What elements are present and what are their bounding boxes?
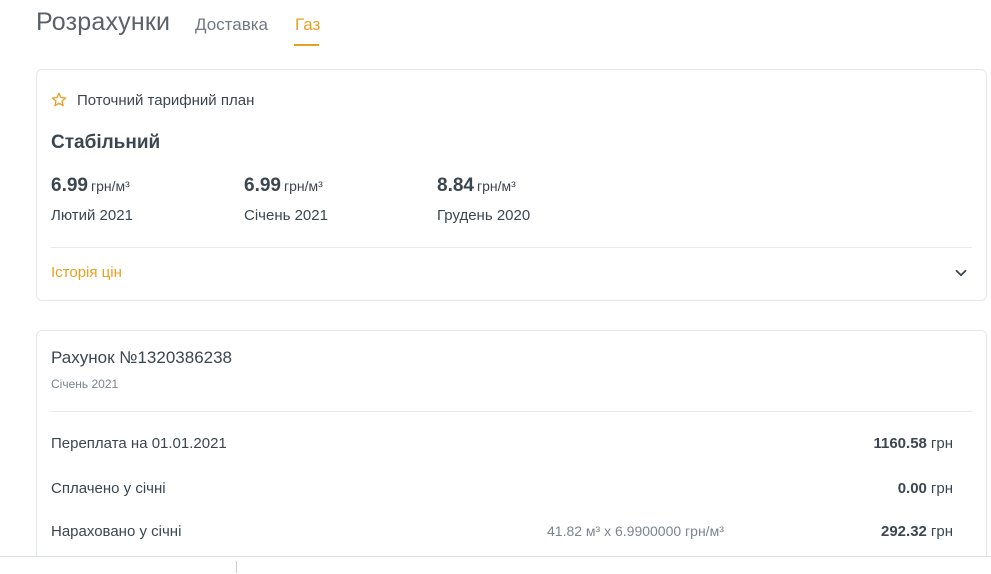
price-value: 8.84 — [437, 175, 474, 196]
tab-delivery[interactable]: Доставка — [195, 15, 268, 35]
price-unit: грн/м³ — [283, 178, 323, 194]
row-amount: 292.32 грн — [881, 523, 953, 540]
price-period: Лютий 2021 — [51, 207, 133, 224]
price-history-link[interactable]: Історія цін — [51, 264, 122, 281]
row-label: Сплачено у січні — [51, 480, 166, 497]
price-value: 6.99 — [51, 175, 88, 196]
price-period: Січень 2021 — [244, 207, 328, 224]
amount-currency: грн — [930, 480, 953, 497]
price-period: Грудень 2020 — [437, 207, 531, 224]
bill-card: Рахунок №1320386238 Січень 2021 Переплат… — [36, 330, 987, 574]
divider — [51, 247, 972, 248]
bill-row-paid: Сплачено у січні 0.00 грн — [51, 480, 972, 502]
bottom-separator — [236, 561, 237, 573]
tab-gas[interactable]: Газ — [295, 15, 320, 35]
amount-currency: грн — [930, 523, 953, 540]
tariff-card: Поточний тарифний план Стабільний 6.99 гр… — [36, 69, 987, 301]
row-amount: 1160.58 грн — [873, 435, 953, 452]
star-icon — [51, 92, 67, 107]
amount-value: 1160.58 — [873, 435, 927, 452]
bottom-bar — [0, 556, 991, 574]
tariff-header-label: Поточний тарифний план — [77, 92, 255, 109]
row-label: Переплата на 01.01.2021 — [51, 435, 227, 452]
amount-value: 292.32 — [881, 523, 927, 540]
price-unit: грн/м³ — [90, 178, 130, 194]
row-amount: 0.00 грн — [898, 480, 953, 497]
price-item: 6.99 грн/м³ Січень 2021 — [244, 175, 328, 224]
bill-period: Січень 2021 — [51, 377, 119, 391]
row-label: Нараховано у січні — [51, 523, 182, 540]
page-title: Розрахунки — [36, 8, 171, 36]
amount-value: 0.00 — [897, 480, 927, 497]
plan-name: Стабільний — [51, 132, 161, 153]
price-item: 6.99 грн/м³ Лютий 2021 — [51, 175, 133, 224]
price-unit: грн/м³ — [476, 178, 516, 194]
chevron-down-icon[interactable] — [954, 266, 968, 280]
page: Розрахунки Доставка Газ Поточний тарифни… — [0, 0, 991, 574]
row-calc: 41.82 м³ x 6.9900000 грн/м³ — [547, 523, 724, 539]
bill-title: Рахунок №1320386238 — [51, 348, 233, 367]
bill-row-overpayment: Переплата на 01.01.2021 1160.58 грн — [51, 435, 972, 457]
price-value: 6.99 — [244, 175, 281, 196]
amount-currency: грн — [930, 435, 953, 452]
bill-row-charged: Нараховано у січні 41.82 м³ x 6.9900000 … — [51, 523, 972, 545]
price-item: 8.84 грн/м³ Грудень 2020 — [437, 175, 530, 224]
divider — [51, 411, 972, 412]
active-tab-indicator — [294, 44, 319, 46]
